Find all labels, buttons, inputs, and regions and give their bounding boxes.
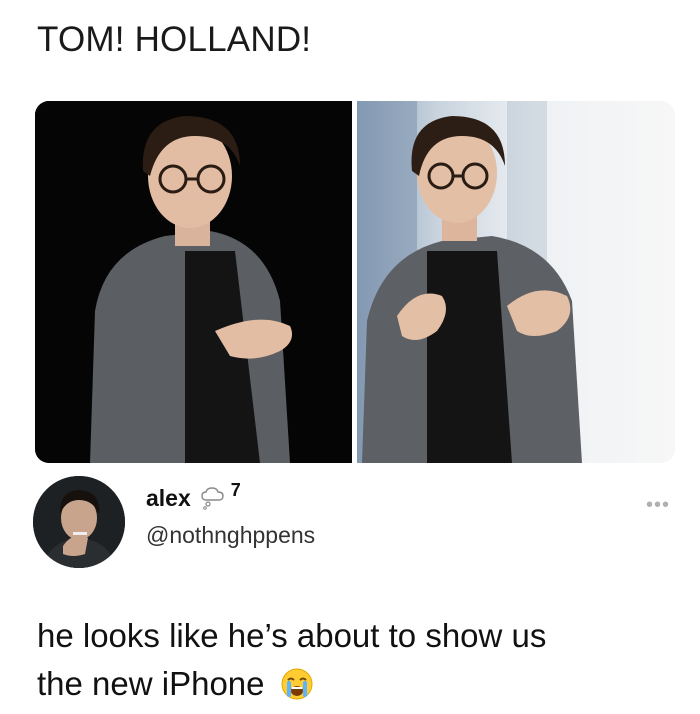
loudly-crying-face-icon xyxy=(280,666,314,700)
avatar[interactable] xyxy=(33,476,125,568)
presenter-dark-stage-image xyxy=(35,101,352,463)
tweet-text: he looks like he’s about to show us the … xyxy=(37,612,677,708)
badge-count: 7 xyxy=(230,479,241,500)
photo-right[interactable] xyxy=(357,101,675,463)
more-dots-icon[interactable]: ••• xyxy=(646,494,670,517)
display-name[interactable]: alex xyxy=(146,485,191,512)
photo-left[interactable] xyxy=(35,101,352,463)
post-title: TOM! HOLLAND! xyxy=(37,20,312,59)
tweet-text-line-1: he looks like he’s about to show us xyxy=(37,617,547,654)
tweet-text-line-2: the new iPhone xyxy=(37,665,265,702)
name-row: alex 7 xyxy=(146,480,241,512)
user-handle[interactable]: @nothnghppens xyxy=(146,522,315,549)
thought-bubble-icon xyxy=(199,484,227,512)
avatar-image xyxy=(33,476,125,568)
tweet-text-line-2-wrap: the new iPhone xyxy=(37,660,677,708)
presenter-bright-stage-image xyxy=(357,101,582,463)
